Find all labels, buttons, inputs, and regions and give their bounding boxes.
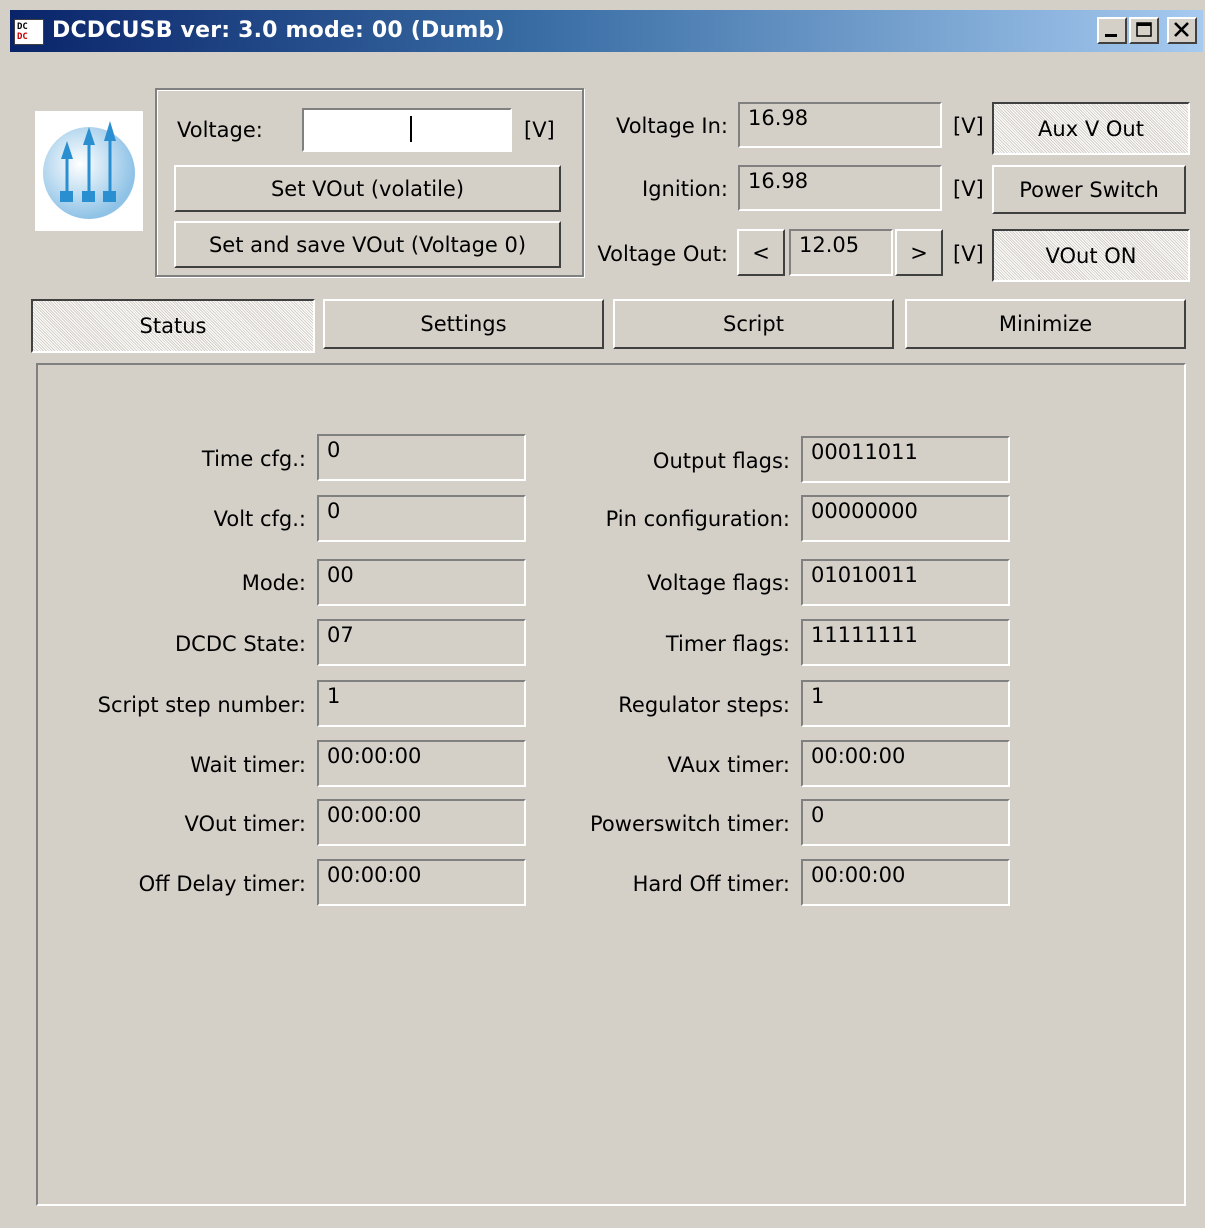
volt-cfg-value: 0 bbox=[317, 495, 526, 542]
tab-settings[interactable]: Settings bbox=[323, 299, 604, 349]
text-caret bbox=[410, 116, 412, 142]
tab-script[interactable]: Script bbox=[613, 299, 894, 349]
time-cfg-value: 0 bbox=[317, 434, 526, 481]
tab-status[interactable]: Status bbox=[31, 299, 315, 353]
vout-timer-value: 00:00:00 bbox=[317, 799, 526, 846]
voltage-label: Voltage: bbox=[177, 118, 263, 142]
off-delay-timer-value: 00:00:00 bbox=[317, 859, 526, 906]
powerswitch-timer-value: 0 bbox=[801, 799, 1010, 846]
voltage-unit: [V] bbox=[524, 118, 555, 142]
minimize-button[interactable] bbox=[1097, 17, 1127, 44]
aux-v-out-toggle[interactable]: Aux V Out bbox=[992, 102, 1190, 155]
output-flags-value: 00011011 bbox=[801, 436, 1010, 483]
off-delay-timer-label: Off Delay timer: bbox=[138, 872, 306, 896]
voltage-out-unit: [V] bbox=[953, 242, 984, 266]
voltage-out-value: 12.05 bbox=[789, 229, 893, 276]
app-window: DC DC DCDCUSB ver: 3.0 mode: 00 (Dumb) V… bbox=[10, 10, 1203, 1226]
ignition-value: 16.98 bbox=[738, 165, 942, 211]
voltage-in-label: Voltage In: bbox=[615, 114, 728, 138]
voltage-input[interactable] bbox=[302, 108, 512, 152]
ignition-unit: [V] bbox=[953, 177, 984, 201]
close-button[interactable] bbox=[1167, 17, 1197, 44]
dcdc-state-label: DCDC State: bbox=[174, 632, 306, 656]
pin-configuration-value: 00000000 bbox=[801, 495, 1010, 542]
timer-flags-value: 11111111 bbox=[801, 619, 1010, 666]
ignition-label: Ignition: bbox=[642, 177, 728, 201]
timer-flags-label: Timer flags: bbox=[665, 632, 790, 656]
regulator-steps-value: 1 bbox=[801, 680, 1010, 727]
title-bar[interactable]: DC DC DCDCUSB ver: 3.0 mode: 00 (Dumb) bbox=[10, 10, 1203, 52]
app-icon[interactable]: DC DC bbox=[14, 19, 44, 45]
tab-minimize[interactable]: Minimize bbox=[905, 299, 1186, 349]
wait-timer-value: 00:00:00 bbox=[317, 740, 526, 787]
voltage-in-value: 16.98 bbox=[738, 102, 942, 148]
powerswitch-timer-label: Powerswitch timer: bbox=[590, 812, 790, 836]
status-panel bbox=[36, 363, 1186, 1206]
output-flags-label: Output flags: bbox=[652, 449, 790, 473]
app-icon-line-1: DC bbox=[17, 22, 28, 32]
dcdc-state-value: 07 bbox=[317, 619, 526, 666]
minimize-icon bbox=[1105, 34, 1117, 37]
dcdc-logo bbox=[35, 111, 143, 231]
hard-off-timer-label: Hard Off timer: bbox=[632, 872, 790, 896]
volt-cfg-label: Volt cfg.: bbox=[213, 507, 306, 531]
close-icon bbox=[1174, 22, 1189, 37]
script-step-label: Script step number: bbox=[97, 693, 306, 717]
power-switch-button[interactable]: Power Switch bbox=[992, 165, 1186, 214]
mode-value: 00 bbox=[317, 559, 526, 606]
voltage-flags-label: Voltage flags: bbox=[647, 571, 790, 595]
maximize-icon bbox=[1136, 22, 1152, 37]
voltage-out-label: Voltage Out: bbox=[597, 242, 728, 266]
voltage-in-unit: [V] bbox=[953, 114, 984, 138]
vaux-timer-value: 00:00:00 bbox=[801, 740, 1010, 787]
vout-on-toggle[interactable]: VOut ON bbox=[992, 229, 1190, 282]
pin-configuration-label: Pin configuration: bbox=[605, 507, 790, 531]
vaux-timer-label: VAux timer: bbox=[667, 753, 790, 777]
script-step-value: 1 bbox=[317, 680, 526, 727]
hard-off-timer-value: 00:00:00 bbox=[801, 859, 1010, 906]
vout-timer-label: VOut timer: bbox=[184, 812, 306, 836]
voltage-flags-value: 01010011 bbox=[801, 559, 1010, 606]
increase-vout-button[interactable]: > bbox=[895, 229, 943, 276]
decrease-vout-button[interactable]: < bbox=[737, 229, 785, 276]
regulator-steps-label: Regulator steps: bbox=[618, 693, 790, 717]
dcdc-logo-icon bbox=[43, 121, 135, 219]
wait-timer-label: Wait timer: bbox=[190, 753, 306, 777]
set-vout-button[interactable]: Set VOut (volatile) bbox=[174, 165, 561, 212]
app-icon-line-2: DC bbox=[17, 32, 28, 42]
time-cfg-label: Time cfg.: bbox=[201, 447, 306, 471]
set-save-vout-button[interactable]: Set and save VOut (Voltage 0) bbox=[174, 221, 561, 268]
mode-label: Mode: bbox=[241, 571, 306, 595]
window-title: DCDCUSB ver: 3.0 mode: 00 (Dumb) bbox=[52, 18, 505, 43]
maximize-button[interactable] bbox=[1129, 17, 1159, 44]
